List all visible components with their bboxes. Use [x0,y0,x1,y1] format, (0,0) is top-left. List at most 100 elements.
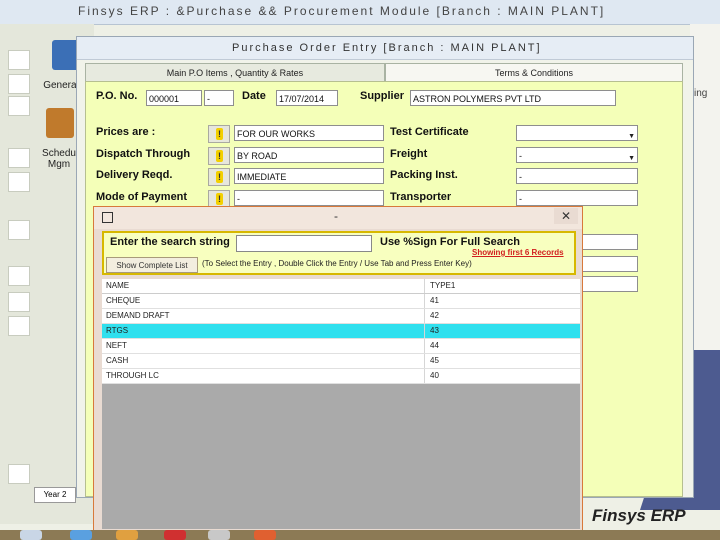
freight-label: Freight [390,148,428,160]
packing-field[interactable]: - [516,168,638,184]
taskbar-app-icon[interactable] [254,530,276,540]
taskbar-app-icon[interactable] [20,530,42,540]
background-right-strip [690,24,720,354]
bg-left-cell [8,266,30,286]
table-row-selected[interactable]: RTGS 43 [102,324,580,339]
column-header-name[interactable]: NAME [106,281,129,290]
bg-left-cell [8,464,30,484]
tab-terms-conditions[interactable]: Terms & Conditions [385,63,683,82]
table-row[interactable]: DEMAND DRAFT 42 [102,309,580,324]
row-name: NEFT [106,341,127,350]
transporter-label: Transporter [390,191,452,203]
briefcase-icon[interactable] [46,108,74,138]
row-name: DEMAND DRAFT [106,311,170,320]
row-name: CASH [106,356,129,365]
dialog-title-text: - [334,209,338,223]
search-label: Enter the search string [110,236,230,248]
bg-left-cell [8,148,30,168]
dispatch-lookup-button[interactable]: ! [208,147,230,165]
supplier-field[interactable]: ASTRON POLYMERS PVT LTD [410,90,616,106]
taskbar-app-icon[interactable] [208,530,230,540]
prices-lookup-button[interactable]: ! [208,125,230,143]
column-divider [424,354,425,368]
po-no-label: P.O. No. [96,90,138,102]
row-name: THROUGH LC [106,371,159,380]
year-button[interactable]: Year 2 [34,487,76,503]
date-field[interactable]: 17/07/2014 [276,90,338,106]
grid-header: NAME TYPE1 [102,279,580,294]
dispatch-label: Dispatch Through [96,148,191,160]
show-complete-list-button[interactable]: Show Complete List [106,257,198,273]
close-button[interactable]: ✕ [554,208,578,224]
table-row[interactable]: CASH 45 [102,354,580,369]
column-header-type[interactable]: TYPE1 [430,281,455,290]
po-suffix-field[interactable]: - [204,90,234,106]
search-input[interactable] [236,235,372,252]
taskbar-browser-icon[interactable] [70,530,92,540]
bg-left-cell [8,220,30,240]
row-type: 40 [430,371,439,380]
background-right-text: ing [694,88,708,99]
table-row[interactable]: CHEQUE 41 [102,294,580,309]
column-divider [424,294,425,308]
dialog-title-bar: - ✕ [94,207,582,229]
supplier-label: Supplier [360,90,405,102]
selection-hint-text: (To Select the Entry , Double Click the … [202,259,472,268]
row-type: 44 [430,341,439,350]
column-divider [424,279,425,293]
bg-left-cell [8,50,30,70]
taskbar-app-icon[interactable] [164,530,186,540]
freight-select[interactable]: - ▼ [516,147,638,163]
column-divider [424,324,425,338]
bg-left-cell [8,96,30,116]
delivery-field[interactable]: IMMEDIATE [234,168,384,184]
transporter-field[interactable]: - [516,190,638,206]
taskbar [0,530,720,540]
packing-label: Packing Inst. [390,169,458,181]
chevron-down-icon: ▼ [628,133,635,140]
background-title-bar: Finsys ERP : &Purchase && Procurement Mo… [0,0,720,25]
bg-left-cell [8,74,30,94]
warning-icon: ! [216,193,223,205]
warning-icon: ! [216,150,223,162]
results-grid: NAME TYPE1 CHEQUE 41 DEMAND DRAFT 42 RTG… [102,279,580,529]
po-no-field[interactable]: 000001 [146,90,202,106]
column-divider [424,309,425,323]
row-type: 45 [430,356,439,365]
delivery-label: Delivery Reqd. [96,169,173,181]
tab-main-po-items[interactable]: Main P.O Items , Quantity & Rates [85,63,385,82]
test-certificate-label: Test Certificate [390,126,469,138]
window-icon [102,212,113,223]
row-type: 43 [430,326,439,335]
prices-field[interactable]: FOR OUR WORKS [234,125,384,141]
search-dialog: - ✕ Enter the search string Use %Sign Fo… [93,206,583,540]
date-label: Date [242,90,266,102]
chevron-down-icon: ▼ [628,155,635,162]
column-divider [424,339,425,353]
app-logo-text: Finsys ERP [592,506,686,525]
warning-icon: ! [216,128,223,140]
taskbar-app-icon[interactable] [116,530,138,540]
table-row[interactable]: THROUGH LC 40 [102,369,580,384]
test-certificate-select[interactable]: ▼ [516,125,638,141]
dispatch-field[interactable]: BY ROAD [234,147,384,163]
row-type: 41 [430,296,439,305]
warning-icon: ! [216,171,223,183]
background-title-text: Finsys ERP : &Purchase && Procurement Mo… [78,4,606,18]
search-panel: Enter the search string Use %Sign For Fu… [102,231,576,275]
freight-value: - [519,151,522,161]
payment-mode-label: Mode of Payment [96,191,188,203]
payment-mode-field[interactable]: - [234,190,384,206]
table-row[interactable]: NEFT 44 [102,339,580,354]
row-name: RTGS [106,326,129,335]
po-title-text: Purchase Order Entry [Branch : MAIN PLAN… [232,42,542,54]
prices-label: Prices are : [96,126,156,138]
column-divider [424,369,425,383]
bg-left-cell [8,292,30,312]
search-tip-label: Use %Sign For Full Search [380,236,520,248]
bg-left-cell [8,172,30,192]
row-type: 42 [430,311,439,320]
row-name: CHEQUE [106,296,141,305]
record-count-link[interactable]: Showing first 6 Records [472,248,564,257]
delivery-lookup-button[interactable]: ! [208,168,230,186]
